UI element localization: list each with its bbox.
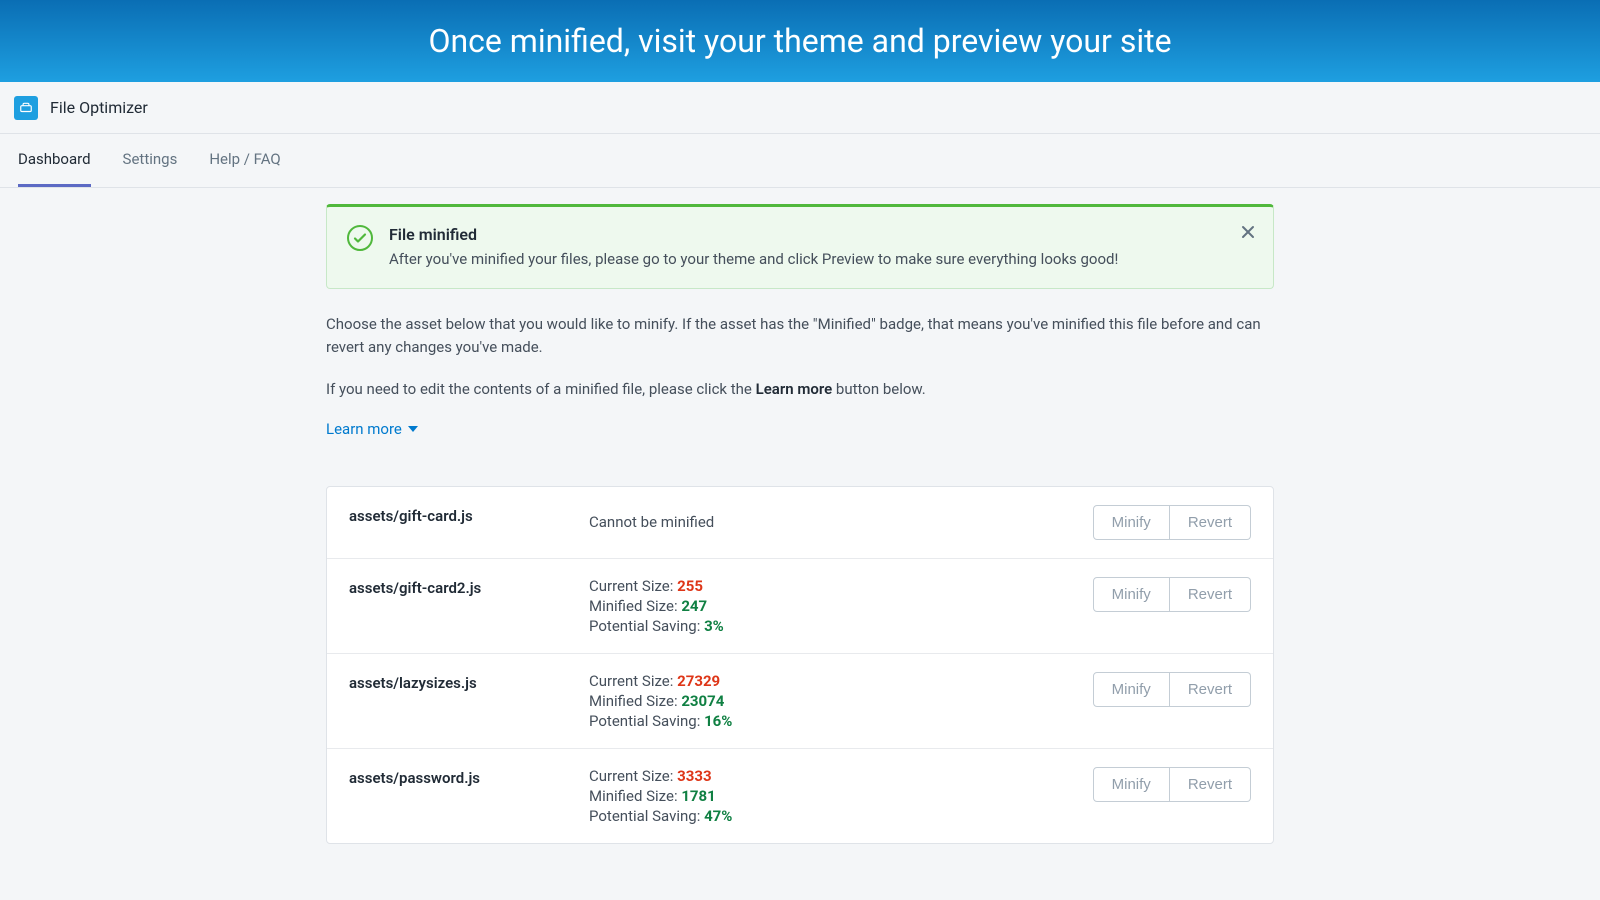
minify-button[interactable]: Minify bbox=[1093, 672, 1170, 707]
row-actions: Minify Revert bbox=[1093, 505, 1251, 540]
table-row: assets/password.js Current Size: 3333 Mi… bbox=[327, 749, 1273, 843]
revert-button[interactable]: Revert bbox=[1170, 672, 1251, 707]
intro-text-2: If you need to edit the contents of a mi… bbox=[326, 378, 1274, 401]
asset-name: assets/password.js bbox=[349, 767, 569, 787]
tab-help[interactable]: Help / FAQ bbox=[209, 134, 280, 187]
asset-info: Current Size: 27329 Minified Size: 23074… bbox=[589, 672, 1073, 730]
minify-button[interactable]: Minify bbox=[1093, 767, 1170, 802]
banner-text: Once minified, visit your theme and prev… bbox=[428, 22, 1171, 60]
assets-table: assets/gift-card.js Cannot be minified M… bbox=[326, 486, 1274, 844]
row-actions: Minify Revert bbox=[1093, 767, 1251, 802]
asset-name: assets/lazysizes.js bbox=[349, 672, 569, 692]
title-bar: File Optimizer bbox=[0, 82, 1600, 134]
asset-info: Cannot be minified bbox=[589, 513, 1073, 531]
content: File minified After you've minified your… bbox=[0, 188, 1600, 844]
intro-text: Choose the asset below that you would li… bbox=[326, 313, 1274, 360]
app-name: File Optimizer bbox=[50, 98, 148, 117]
revert-button[interactable]: Revert bbox=[1170, 577, 1251, 612]
row-actions: Minify Revert bbox=[1093, 577, 1251, 612]
tab-settings[interactable]: Settings bbox=[123, 134, 178, 187]
success-alert: File minified After you've minified your… bbox=[326, 204, 1274, 289]
chevron-down-icon bbox=[408, 426, 418, 432]
learn-more-label: Learn more bbox=[326, 420, 402, 438]
row-actions: Minify Revert bbox=[1093, 672, 1251, 707]
revert-button[interactable]: Revert bbox=[1170, 767, 1251, 802]
tab-bar: Dashboard Settings Help / FAQ bbox=[0, 134, 1600, 188]
asset-info: Current Size: 3333 Minified Size: 1781 P… bbox=[589, 767, 1073, 825]
learn-more-toggle[interactable]: Learn more bbox=[326, 420, 418, 438]
asset-name: assets/gift-card.js bbox=[349, 505, 569, 525]
asset-name: assets/gift-card2.js bbox=[349, 577, 569, 597]
minify-button[interactable]: Minify bbox=[1093, 577, 1170, 612]
tab-dashboard[interactable]: Dashboard bbox=[18, 134, 91, 187]
app-icon bbox=[14, 96, 38, 120]
promo-banner: Once minified, visit your theme and prev… bbox=[0, 0, 1600, 82]
table-row: assets/gift-card.js Cannot be minified M… bbox=[327, 487, 1273, 559]
revert-button[interactable]: Revert bbox=[1170, 505, 1251, 540]
check-circle-icon bbox=[347, 225, 373, 251]
alert-title: File minified bbox=[389, 225, 1118, 244]
table-row: assets/gift-card2.js Current Size: 255 M… bbox=[327, 559, 1273, 654]
alert-body: After you've minified your files, please… bbox=[389, 250, 1118, 268]
minify-button[interactable]: Minify bbox=[1093, 505, 1170, 540]
table-row: assets/lazysizes.js Current Size: 27329 … bbox=[327, 654, 1273, 749]
asset-info: Current Size: 255 Minified Size: 247 Pot… bbox=[589, 577, 1073, 635]
close-icon[interactable] bbox=[1239, 223, 1257, 245]
